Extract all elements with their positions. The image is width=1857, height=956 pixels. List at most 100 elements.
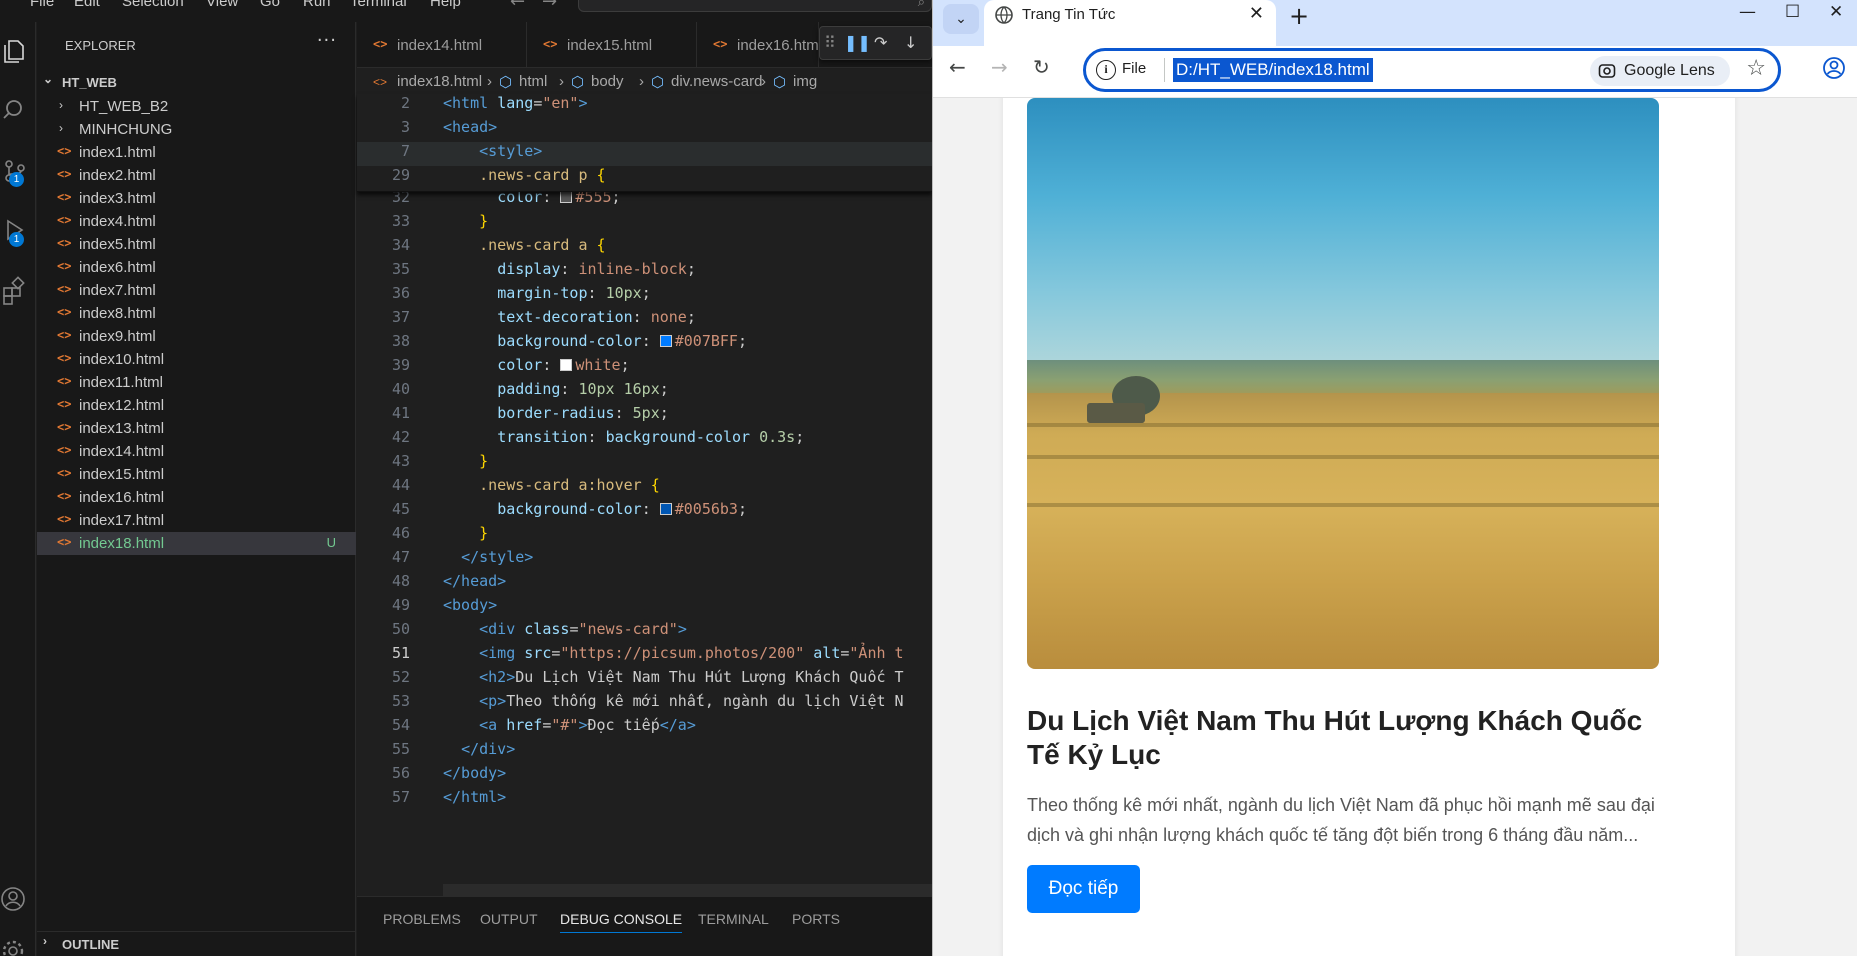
file-name: index10.html	[79, 351, 165, 368]
accounts-activity[interactable]	[0, 878, 36, 918]
file-index13[interactable]: <> index13.html	[37, 417, 356, 440]
extensions-activity[interactable]	[0, 268, 36, 308]
url-text[interactable]: D:/HT_WEB/index18.html	[1173, 58, 1373, 82]
file-index5[interactable]: <> index5.html	[37, 233, 356, 256]
search-icon	[3, 100, 22, 119]
element-icon: ⬡	[499, 74, 513, 91]
tab-label: index16.html	[737, 37, 819, 54]
menu-view[interactable]: View	[206, 0, 238, 10]
menu-terminal[interactable]: Terminal	[350, 0, 407, 10]
tab-ports[interactable]: PORTS	[792, 911, 840, 927]
breadcrumb-file[interactable]: index18.html	[397, 73, 482, 90]
code-line: 29 .news-card p {	[357, 166, 932, 190]
menu-go[interactable]: Go	[260, 0, 280, 10]
tab-index16[interactable]: <> index16.html	[697, 22, 819, 68]
file-index10[interactable]: <> index10.html	[37, 348, 356, 371]
divider	[1164, 58, 1165, 82]
file-index1[interactable]: <> index1.html	[37, 141, 356, 164]
breadcrumb-html[interactable]: html	[519, 73, 547, 90]
file-index8[interactable]: <> index8.html	[37, 302, 356, 325]
file-index11[interactable]: <> index11.html	[37, 371, 356, 394]
file-name: index15.html	[79, 466, 165, 483]
breadcrumb-body[interactable]: body	[591, 73, 624, 90]
file-index6[interactable]: <> index6.html	[37, 256, 356, 279]
manage-activity[interactable]	[0, 930, 36, 956]
color-swatch[interactable]	[659, 335, 672, 347]
command-center[interactable]: ⌕	[578, 0, 932, 12]
file-index18[interactable]: <> index18.html U	[37, 532, 356, 555]
file-index16[interactable]: <> index16.html	[37, 486, 356, 509]
breadcrumb-div[interactable]: div.news-card	[671, 73, 762, 90]
workspace-root[interactable]: ⌄ HT_WEB	[37, 70, 356, 94]
line-number: 39	[391, 356, 410, 374]
folder-name: HT_WEB_B2	[79, 98, 169, 115]
tab-index14[interactable]: <> index14.html	[357, 22, 527, 68]
reload-icon[interactable]: ↻	[1033, 55, 1050, 79]
file-index17[interactable]: <> index17.html	[37, 509, 356, 532]
horizontal-scrollbar[interactable]	[443, 884, 932, 896]
file-index2[interactable]: <> index2.html	[37, 164, 356, 187]
code-line: 38 background-color: #007BFF;	[357, 332, 932, 356]
html-file-icon: <>	[57, 397, 72, 411]
file-index3[interactable]: <> index3.html	[37, 187, 356, 210]
chrome-window: ⌄ Trang Tin Tức ✕ + — ☐ ✕ ← → ↻ i File D…	[932, 0, 1857, 956]
folder-ht-web-b2[interactable]: › HT_WEB_B2	[37, 95, 356, 118]
code-line: 34 .news-card a {	[357, 236, 932, 260]
close-tab-icon[interactable]: ✕	[1249, 3, 1264, 24]
folder-name: MINHCHUNG	[79, 121, 173, 138]
back-arrow-icon[interactable]: ←	[949, 55, 966, 79]
outline-section[interactable]: › OUTLINE	[37, 931, 356, 955]
menu-run[interactable]: Run	[303, 0, 331, 10]
address-bar[interactable]: i File D:/HT_WEB/index18.html Google Len…	[1083, 48, 1781, 92]
source-control-activity[interactable]: 1	[0, 148, 36, 188]
profile-icon[interactable]	[1822, 56, 1846, 80]
more-actions-icon[interactable]: ···	[317, 30, 337, 51]
menu-file[interactable]: File	[30, 0, 54, 10]
step-over-icon[interactable]: ↷	[874, 33, 887, 52]
search-activity[interactable]	[0, 88, 36, 128]
tab-output[interactable]: OUTPUT	[480, 911, 538, 927]
extensions-icon	[3, 276, 25, 305]
color-swatch[interactable]	[560, 191, 573, 203]
tab-search-button[interactable]: ⌄	[943, 4, 979, 34]
file-index9[interactable]: <> index9.html	[37, 325, 356, 348]
minimize-icon[interactable]: —	[1739, 2, 1756, 22]
folder-minhchung[interactable]: › MINHCHUNG	[37, 118, 356, 141]
file-index14[interactable]: <> index14.html	[37, 440, 356, 463]
menu-help[interactable]: Help	[430, 0, 461, 10]
run-debug-activity[interactable]: 1	[0, 208, 36, 248]
close-window-icon[interactable]: ✕	[1829, 2, 1843, 22]
bookmark-star-icon[interactable]: ☆	[1746, 56, 1766, 81]
file-index15[interactable]: <> index15.html	[37, 463, 356, 486]
step-into-icon[interactable]: ↓	[904, 33, 917, 52]
color-swatch[interactable]	[560, 359, 573, 371]
tab-debug-console[interactable]: DEBUG CONSOLE	[560, 911, 683, 933]
maximize-icon[interactable]: ☐	[1785, 2, 1800, 22]
new-tab-icon[interactable]: +	[1289, 2, 1309, 30]
forward-arrow-icon[interactable]: →	[991, 55, 1008, 79]
file-index7[interactable]: <> index7.html	[37, 279, 356, 302]
html-file-icon: <>	[57, 374, 72, 388]
info-icon[interactable]: i	[1096, 60, 1116, 80]
tab-index15[interactable]: <> index15.html	[527, 22, 697, 68]
pause-icon[interactable]: ❚❚	[844, 33, 871, 52]
file-name: index8.html	[79, 305, 156, 322]
file-index12[interactable]: <> index12.html	[37, 394, 356, 417]
google-lens-label: Google Lens	[1624, 62, 1715, 79]
menu-selection[interactable]: Selection	[122, 0, 184, 10]
browser-tab[interactable]: Trang Tin Tức ✕	[984, 0, 1276, 46]
forward-arrow-icon[interactable]: →	[542, 0, 557, 12]
google-lens-button[interactable]: Google Lens	[1590, 56, 1730, 86]
file-index4[interactable]: <> index4.html	[37, 210, 356, 233]
tab-terminal[interactable]: TERMINAL	[698, 911, 769, 927]
code-editor[interactable]: 2 <html lang="en"> 3 <head> 7 <style> 29 .…	[357, 94, 932, 894]
browser-toolbar: ← → ↻ i File D:/HT_WEB/index18.html Goog…	[933, 46, 1857, 98]
back-arrow-icon[interactable]: ←	[510, 0, 525, 12]
breadcrumb-img[interactable]: img	[793, 73, 817, 90]
explorer-activity[interactable]	[0, 28, 36, 68]
color-swatch[interactable]	[659, 503, 672, 515]
read-more-button[interactable]: Đọc tiếp	[1027, 865, 1140, 913]
drag-handle-icon[interactable]: ⠿	[824, 33, 836, 52]
tab-problems[interactable]: PROBLEMS	[383, 911, 461, 927]
menu-edit[interactable]: Edit	[74, 0, 100, 10]
